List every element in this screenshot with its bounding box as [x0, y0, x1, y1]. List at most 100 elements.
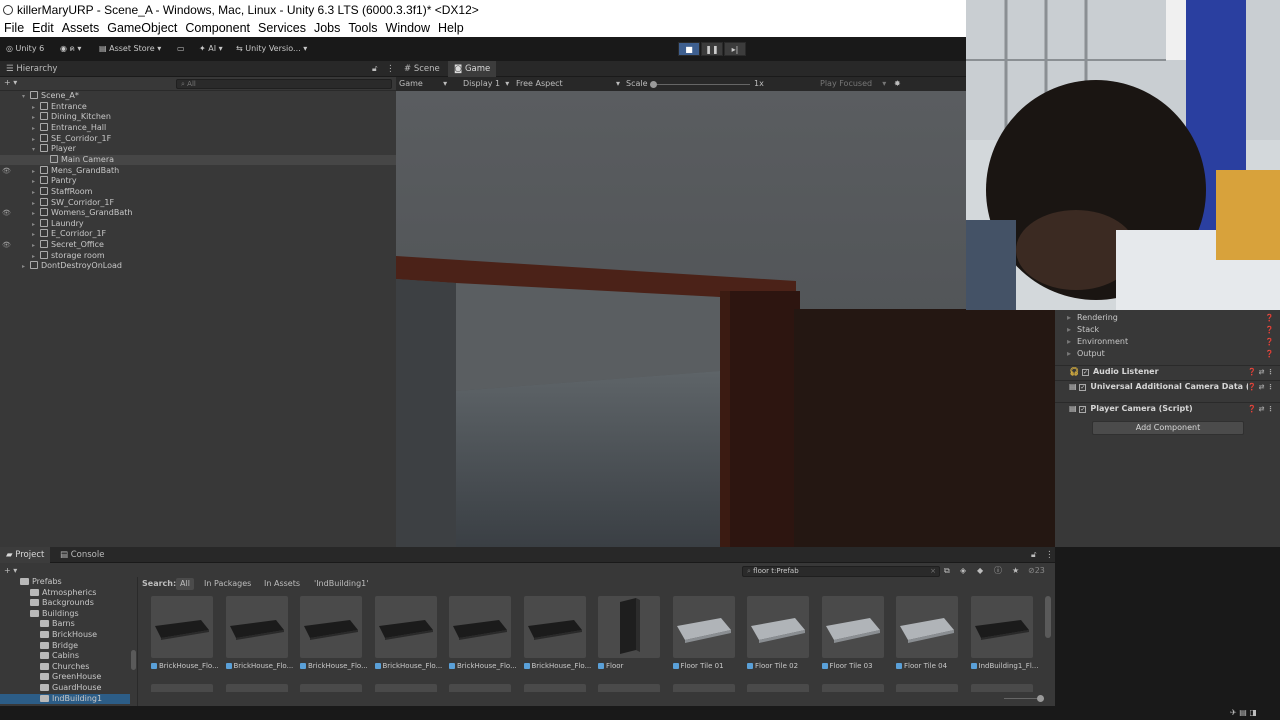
- scope-in-assets[interactable]: In Assets: [264, 578, 300, 590]
- folder-tree-scrollbar[interactable]: [131, 650, 136, 670]
- aspect-dropdown[interactable]: Free Aspect ▾: [516, 78, 620, 90]
- inspector-rendering-row[interactable]: ▸ Rendering ❓: [1055, 312, 1280, 324]
- asset-store-button[interactable]: ▤ Asset Store ▾: [99, 42, 161, 56]
- menu-file[interactable]: File: [0, 21, 28, 35]
- asset-tile[interactable]: [598, 684, 662, 692]
- hierarchy-item[interactable]: 👁︎ ▸ Mens_GrandBath: [0, 165, 396, 177]
- asset-tile[interactable]: BrickHouse_Flo...: [449, 596, 517, 676]
- asset-tile[interactable]: BrickHouse_Flo...: [374, 596, 442, 676]
- hierarchy-item[interactable]: Main Camera: [0, 154, 396, 166]
- asset-tile[interactable]: [523, 684, 588, 692]
- help-icon[interactable]: ❓: [1265, 348, 1274, 360]
- hierarchy-item[interactable]: ▾ Player: [0, 144, 396, 155]
- player-camera-checkbox[interactable]: ✓: [1079, 406, 1087, 413]
- play-focused-dropdown[interactable]: Play Focused ▾: [820, 78, 886, 90]
- asset-tile[interactable]: [747, 684, 811, 692]
- tab-scene[interactable]: # Scene: [398, 61, 446, 77]
- search-by-type-icon[interactable]: ⧉: [944, 565, 950, 577]
- visibility-icon[interactable]: 👁︎: [2, 240, 11, 251]
- asset-tile[interactable]: [896, 684, 960, 692]
- expand-arrow-icon[interactable]: ▸: [22, 262, 30, 273]
- menu-window[interactable]: Window: [382, 21, 434, 35]
- hierarchy-search-input[interactable]: ⌕ All: [176, 79, 392, 89]
- asset-tile[interactable]: [970, 684, 1035, 692]
- tag-icon[interactable]: ◆: [977, 565, 983, 577]
- hidden-count[interactable]: ⊘23: [1028, 565, 1045, 577]
- ai-button[interactable]: ✦ AI ▾: [199, 42, 223, 56]
- menu-tools[interactable]: Tools: [344, 21, 381, 35]
- folder-tree-item[interactable]: Buildings: [0, 609, 130, 620]
- add-component-button[interactable]: Add Component: [1092, 421, 1244, 435]
- visibility-icon[interactable]: 👁︎: [2, 208, 11, 219]
- menu-gameobject[interactable]: GameObject: [103, 21, 181, 35]
- folder-tree-item[interactable]: Cabins: [0, 651, 130, 662]
- menu-assets[interactable]: Assets: [58, 21, 104, 35]
- step-button[interactable]: ▸|: [724, 42, 746, 56]
- inspector-environment-row[interactable]: ▸ Environment ❓: [1055, 336, 1280, 348]
- asset-tile[interactable]: Floor: [598, 596, 662, 676]
- hierarchy-item[interactable]: ▸ Dining_Kitchen: [0, 112, 396, 123]
- audio-listener-component[interactable]: 🎧︎ ✓ Audio Listener ❓ ⇄ ⋮: [1055, 365, 1280, 377]
- tab-hierarchy[interactable]: ☰ Hierarchy: [0, 61, 63, 77]
- create-button[interactable]: + ▾: [4, 77, 17, 89]
- hierarchy-item[interactable]: ▸ Pantry: [0, 176, 396, 187]
- hierarchy-dontdestroy[interactable]: ▸ DontDestroyOnLoad: [0, 261, 396, 272]
- hierarchy-item[interactable]: 👁︎ ▸ Secret_Office: [0, 240, 396, 251]
- folder-tree-item[interactable]: Bridge: [0, 641, 130, 652]
- component-menu-icon[interactable]: ❓ ⇄ ⋮: [1248, 366, 1274, 378]
- asset-tile[interactable]: Floor Tile 04: [896, 596, 960, 676]
- tab-game[interactable]: ◙ Game: [448, 61, 497, 77]
- project-search-input[interactable]: ⌕ floor t:Prefab ×: [742, 566, 940, 577]
- hierarchy-item[interactable]: 👁︎ ▸ Womens_GrandBath: [0, 208, 396, 219]
- asset-tile[interactable]: [821, 684, 886, 692]
- hierarchy-item[interactable]: ▸ SE_Corridor_1F: [0, 133, 396, 145]
- hierarchy-item[interactable]: ▸ SW_Corridor_1F: [0, 197, 396, 209]
- package-icon[interactable]: ▭: [177, 42, 185, 56]
- game-render[interactable]: [396, 91, 1055, 547]
- scope-folder[interactable]: 'IndBuilding1': [314, 578, 368, 590]
- menu-component[interactable]: Component: [181, 21, 254, 35]
- display-dropdown[interactable]: Display 1 ▾: [463, 78, 509, 90]
- hierarchy-item[interactable]: ▸ Laundry: [0, 218, 396, 230]
- component-menu-icon[interactable]: ❓ ⇄ ⋮: [1248, 403, 1274, 415]
- asset-tile[interactable]: BrickHouse_Flo...: [151, 596, 219, 676]
- hierarchy-scene-root[interactable]: ▾ Scene_A*: [0, 91, 396, 102]
- audio-listener-checkbox[interactable]: ✓: [1081, 369, 1089, 376]
- player-camera-component[interactable]: ▤ ✓ Player Camera (Script) ❓ ⇄ ⋮: [1055, 402, 1280, 414]
- hierarchy-item[interactable]: ▸ E_Corridor_1F: [0, 229, 396, 240]
- menu-edit[interactable]: Edit: [28, 21, 58, 35]
- asset-grid-scrollbar[interactable]: [1045, 596, 1051, 638]
- tab-project[interactable]: ▰ Project: [0, 547, 51, 563]
- asset-tile[interactable]: [151, 684, 215, 692]
- folder-tree-item[interactable]: GuardHouse: [0, 683, 130, 694]
- asset-tile[interactable]: [225, 684, 290, 692]
- stop-button[interactable]: ■: [678, 42, 700, 56]
- folder-tree-item[interactable]: IndBuilding1: [0, 693, 130, 705]
- asset-tile[interactable]: Floor Tile 02: [747, 596, 811, 676]
- status-icons[interactable]: ✈ ▤ ◨: [1230, 707, 1257, 719]
- asset-tile[interactable]: BrickHouse_Flo...: [300, 596, 368, 676]
- component-menu-icon[interactable]: ❓ ⇄ ⋮: [1247, 381, 1274, 393]
- camera-data-component[interactable]: ▤ ✓ Universal Additional Camera Data (Sc ❓…: [1055, 380, 1280, 393]
- help-icon[interactable]: ❓: [1265, 312, 1274, 324]
- more-icon[interactable]: ⋮: [1039, 547, 1060, 563]
- scale-handle[interactable]: [650, 81, 657, 88]
- hierarchy-item[interactable]: ▸ Entrance_Hall: [0, 122, 396, 134]
- favorite-star-icon[interactable]: ★: [1012, 565, 1019, 577]
- folder-tree-item[interactable]: Backgrounds: [0, 598, 130, 609]
- help-icon[interactable]: ❓: [1265, 324, 1274, 336]
- asset-tile[interactable]: BrickHouse_Flo...: [523, 596, 591, 676]
- hierarchy-item[interactable]: ▸ Entrance: [0, 101, 396, 113]
- clear-search-icon[interactable]: ×: [930, 567, 936, 575]
- folder-tree-item[interactable]: Churches: [0, 662, 130, 673]
- project-create-button[interactable]: + ▾: [4, 565, 17, 577]
- version-control-button[interactable]: ⇆ Unity Versio... ▾: [236, 42, 307, 56]
- folder-tree-item[interactable]: Barns: [0, 619, 130, 630]
- folder-tree-item[interactable]: BrickHouse: [0, 630, 130, 641]
- asset-tile[interactable]: BrickHouse_Flo...: [225, 596, 293, 676]
- folder-tree-item[interactable]: Prefabs: [0, 577, 130, 588]
- asset-tile[interactable]: Floor Tile 03: [821, 596, 886, 676]
- tab-console[interactable]: ▤ Console: [54, 547, 110, 563]
- asset-tile[interactable]: [300, 684, 364, 692]
- inspector-output-row[interactable]: ▸ Output ❓: [1055, 348, 1280, 360]
